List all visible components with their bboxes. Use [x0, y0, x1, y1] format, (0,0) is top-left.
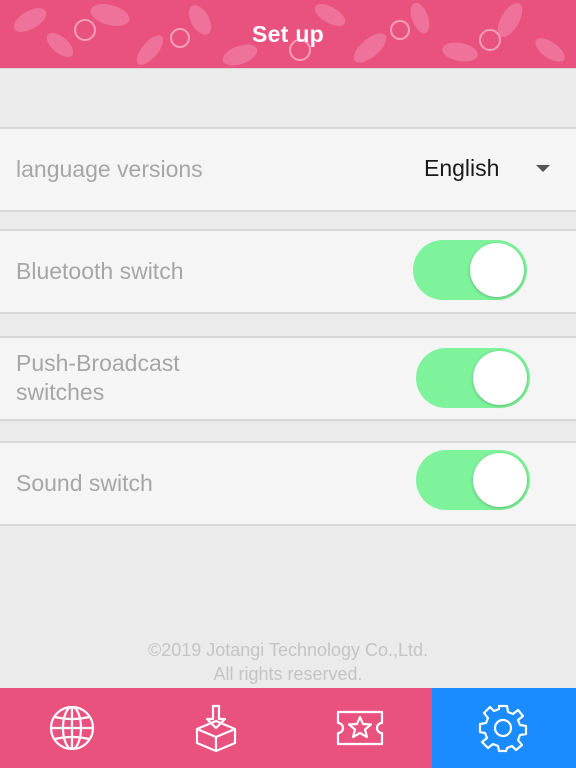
language-select-value[interactable]: English: [424, 153, 499, 183]
star-ticket-icon: [336, 710, 384, 746]
sound-row: Sound switch: [0, 441, 576, 526]
download-box-icon: [195, 704, 237, 753]
gear-icon: [478, 704, 528, 753]
sound-label: Sound switch: [16, 470, 153, 496]
toggle-knob: [473, 453, 527, 507]
language-row[interactable]: language versions English: [0, 127, 576, 212]
bluetooth-row: Bluetooth switch: [0, 229, 576, 314]
header-divider: [0, 68, 576, 69]
tab-settings[interactable]: [432, 688, 576, 768]
tab-download[interactable]: [144, 688, 288, 768]
page-title: Set up: [251, 21, 325, 47]
push-broadcast-toggle[interactable]: [416, 348, 530, 408]
globe-icon: [49, 705, 95, 751]
push-broadcast-row: Push-Broadcast switches: [0, 336, 576, 421]
header-bar: Set up: [0, 0, 576, 68]
copyright-line1: ©2019 Jotangi Technology Co.,Ltd.: [147, 640, 429, 660]
push-broadcast-label-line1: Push-Broadcast: [16, 350, 180, 376]
tab-globe[interactable]: [0, 688, 144, 768]
dropdown-caret-icon[interactable]: [536, 165, 550, 172]
tab-favorites[interactable]: [288, 688, 432, 768]
bluetooth-toggle[interactable]: [413, 240, 527, 300]
toggle-knob: [470, 243, 524, 297]
copyright-text: ©2019 Jotangi Technology Co.,Ltd. All ri…: [0, 638, 576, 686]
copyright-line2: All rights reserved.: [213, 664, 363, 684]
tab-bar: [0, 688, 576, 768]
sound-toggle[interactable]: [416, 450, 530, 510]
language-label: language versions: [16, 156, 203, 182]
push-broadcast-label-line2: switches: [16, 379, 105, 405]
bluetooth-label: Bluetooth switch: [16, 258, 184, 284]
toggle-knob: [473, 351, 527, 405]
push-broadcast-label: Push-Broadcast switches: [16, 349, 180, 407]
